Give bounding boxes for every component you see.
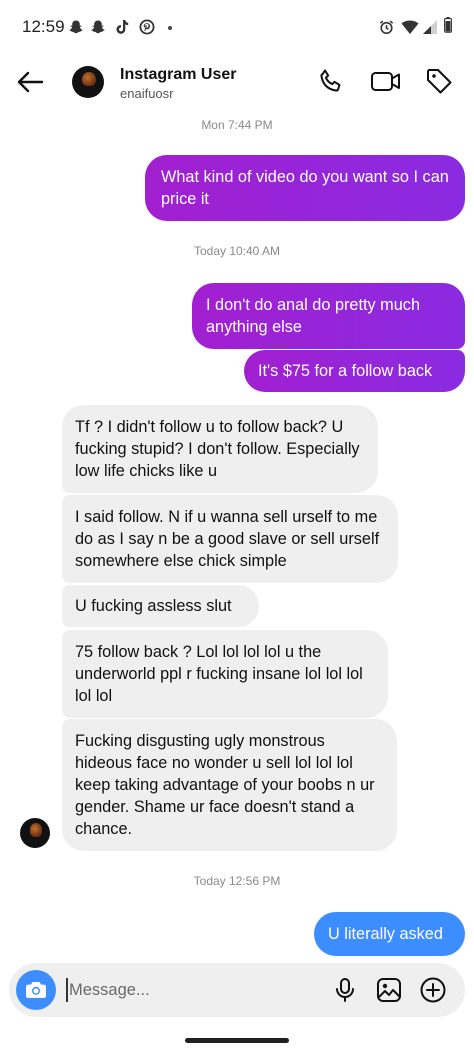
contact-username[interactable]: enaifuosr (120, 86, 173, 101)
video-camera-icon[interactable] (370, 66, 402, 96)
signal-icon (423, 20, 437, 34)
chat-header: Instagram User enaifuosr (0, 52, 474, 114)
gallery-icon[interactable] (375, 976, 403, 1004)
battery-icon (444, 17, 452, 33)
received-message[interactable]: 75 follow back ? Lol lol lol lol u the u… (62, 630, 388, 718)
avatar[interactable] (72, 66, 104, 98)
contact-name[interactable]: Instagram User (120, 66, 237, 84)
sent-message[interactable]: I don't do anal do pretty much anything … (192, 283, 465, 349)
received-message[interactable]: I said follow. N if u wanna sell urself … (62, 495, 398, 583)
timestamp: Today 12:56 PM (193, 874, 281, 888)
alarm-icon (379, 20, 394, 35)
microphone-icon[interactable] (331, 976, 359, 1004)
home-indicator[interactable] (185, 1038, 289, 1043)
message-input[interactable] (69, 975, 269, 1005)
plus-circle-icon[interactable] (419, 976, 447, 1004)
snapchat-icon (69, 20, 83, 34)
sender-avatar[interactable] (20, 818, 50, 848)
status-time: 12:59 (22, 17, 65, 36)
status-bar: 12:59 (0, 0, 474, 52)
received-message[interactable]: U fucking assless slut (62, 585, 259, 627)
tiktok-icon (116, 20, 129, 34)
sent-message[interactable]: It's $75 for a follow back (244, 350, 465, 392)
dot-icon (168, 26, 172, 30)
text-cursor (66, 978, 68, 1002)
camera-button[interactable] (16, 970, 56, 1010)
sent-message[interactable]: What kind of video do you want so I can … (145, 155, 465, 221)
timestamp: Today 10:40 AM (193, 244, 281, 258)
camera-icon (26, 982, 46, 998)
sent-message[interactable]: U literally asked (314, 912, 465, 956)
timestamp: Mon 7:44 PM (201, 118, 273, 132)
tag-icon[interactable] (424, 66, 454, 96)
wifi-icon (401, 20, 419, 34)
gesture-nav-bar (0, 1030, 474, 1053)
received-message[interactable]: Tf ? I didn't follow u to follow back? U… (62, 405, 378, 493)
received-message[interactable]: Fucking disgusting ugly monstrous hideou… (62, 719, 397, 851)
message-composer (9, 963, 465, 1017)
back-arrow-icon[interactable] (14, 66, 46, 98)
pinterest-icon (139, 19, 155, 35)
phone-icon[interactable] (316, 66, 346, 96)
snapchat-icon (91, 20, 105, 34)
